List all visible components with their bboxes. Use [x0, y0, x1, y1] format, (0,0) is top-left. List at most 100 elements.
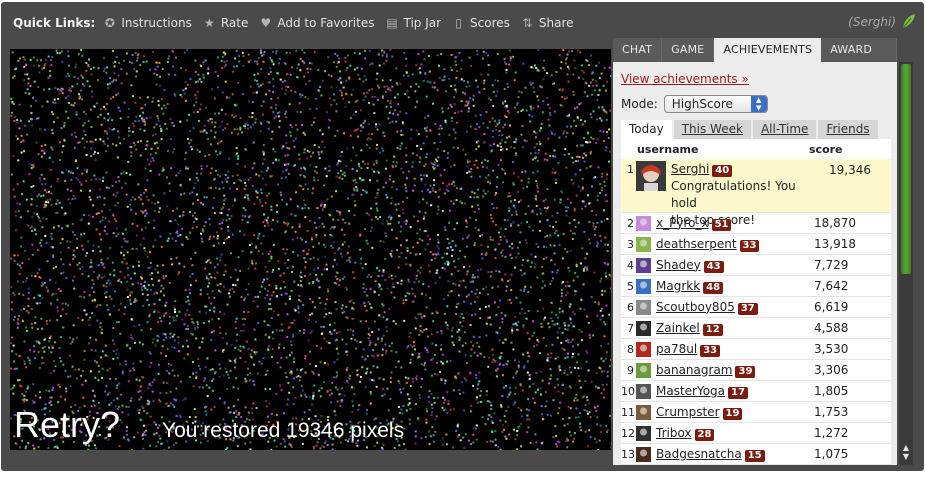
username-link[interactable]: bananagram [656, 363, 732, 377]
level-badge: 17 [728, 386, 748, 399]
tip-jar-label: Tip Jar [403, 16, 442, 30]
rank: 9 [627, 363, 634, 377]
scores-label: Scores [470, 16, 510, 30]
level-badge: 15 [744, 449, 765, 462]
score-value: 7,729 [814, 258, 849, 272]
tab-all-time[interactable]: All-Time [752, 120, 817, 139]
add-to-favorites-link[interactable]: ♥ Add to Favorites [259, 16, 374, 30]
user-cell: Magrkk 48 [656, 279, 806, 294]
score-value: 6,619 [814, 300, 849, 314]
avatar[interactable] [636, 341, 651, 357]
panel-scrollbar[interactable]: ▲ ▼ [899, 62, 913, 465]
level-badge: 40 [712, 165, 733, 177]
table-row: 10 MasterYoga 17 1,805 [621, 381, 891, 402]
avatar[interactable] [636, 362, 651, 378]
jar-icon: ▤ [386, 15, 398, 30]
scrollbar-thumb[interactable] [901, 64, 911, 274]
avatar[interactable] [636, 161, 666, 191]
avatar[interactable] [636, 215, 651, 231]
scroll-arrows-icon[interactable]: ▲ ▼ [900, 443, 912, 463]
rank: 11 [621, 405, 635, 419]
rank: 4 [627, 258, 634, 272]
rank: 6 [627, 300, 634, 314]
add-to-favorites-label: Add to Favorites [277, 16, 375, 30]
avatar[interactable] [636, 278, 651, 294]
username-link[interactable]: x_Pyro_x [656, 216, 709, 230]
score-value: 1,753 [814, 405, 849, 419]
pixel-noise-field [10, 49, 611, 450]
rank: 3 [627, 237, 634, 251]
user-cell: Badgesnatcha 15 [656, 447, 806, 462]
tab-award-label: AWARD [830, 43, 873, 56]
username-link[interactable]: Scoutboy805 [656, 300, 735, 314]
table-row: 1 Serghi 40 Congratulations! You hold the… [621, 159, 891, 227]
username-link[interactable]: Tribox [656, 426, 692, 440]
level-badge: 19 [722, 407, 743, 420]
level-badge: 33 [739, 239, 760, 252]
avatar[interactable] [636, 257, 651, 273]
score-value: 4,588 [814, 321, 849, 335]
tab-achievements[interactable]: ACHIEVEMENTS [714, 38, 822, 62]
level-badge: 33 [700, 344, 721, 357]
help-icon: ✪ [104, 15, 115, 30]
rate-label: Rate [220, 16, 249, 30]
user-cell: MasterYoga 17 [656, 384, 806, 399]
scores-link[interactable]: ▯ Scores [452, 16, 510, 30]
tab-game[interactable]: GAME [662, 38, 715, 62]
view-achievements-link[interactable]: View achievements » [621, 72, 749, 86]
tab-this-week[interactable]: This Week [673, 120, 751, 139]
username-link[interactable]: Magrkk [656, 279, 700, 293]
current-user-tag[interactable]: (Serghi) [848, 15, 896, 29]
score-value: 1,805 [814, 384, 849, 398]
user-cell: deathserpent 33 [656, 237, 806, 252]
score-value: 13,918 [814, 237, 856, 251]
tip-jar-link[interactable]: ▤ Tip Jar [385, 16, 441, 30]
avatar[interactable] [636, 425, 651, 441]
username-link[interactable]: Badgesnatcha [656, 447, 742, 461]
leaf-icon [902, 14, 915, 29]
username-link[interactable]: Zainkel [656, 321, 700, 335]
share-link[interactable]: ⇅ Share [521, 16, 573, 30]
quick-links-bar: Quick Links: ✪ Instructions ★ Rate ♥ Add… [13, 14, 585, 32]
tab-friends[interactable]: Friends [818, 120, 878, 139]
username-link[interactable]: pa78ul [656, 342, 697, 356]
score-value: 1,075 [814, 447, 849, 461]
username-link[interactable]: deathserpent [656, 237, 737, 251]
username-link[interactable]: Serghi [671, 162, 709, 176]
achievements-panel: View achievements » Mode: HighScore ▲ ▼ T… [613, 62, 897, 465]
star-icon: ★ [203, 15, 215, 30]
column-score: score [809, 142, 843, 156]
level-badge: 51 [711, 218, 732, 231]
avatar[interactable] [636, 446, 651, 462]
avatar[interactable] [636, 236, 651, 252]
avatar[interactable] [636, 299, 651, 315]
tab-today[interactable]: Today [621, 120, 672, 139]
mode-select[interactable]: HighScore ▲ ▼ [663, 95, 768, 113]
table-row: 3 deathserpent 33 13,918 [621, 234, 891, 255]
table-header: username score [621, 139, 891, 159]
tab-award[interactable]: AWARD✕ [821, 38, 897, 80]
scores-icon: ▯ [455, 15, 462, 30]
level-badge: 48 [703, 281, 724, 294]
username-link[interactable]: Crumpster [656, 405, 720, 419]
tab-chat[interactable]: CHAT [613, 38, 663, 62]
user-cell: pa78ul 33 [656, 342, 806, 357]
table-row: 9 bananagram 39 3,306 [621, 360, 891, 381]
avatar[interactable] [636, 404, 651, 420]
mode-label: Mode: [621, 97, 658, 111]
table-row: 2 x_Pyro_x 51 18,870 [621, 213, 891, 234]
rank: 13 [621, 447, 635, 461]
avatar[interactable] [636, 383, 651, 399]
avatar[interactable] [636, 320, 651, 336]
instructions-link[interactable]: ✪ Instructions [103, 15, 192, 30]
game-canvas[interactable]: You restored 19346 pixels Retry? [10, 49, 611, 450]
username-link[interactable]: MasterYoga [656, 384, 725, 398]
table-row: 11 Crumpster 19 1,753 [621, 402, 891, 423]
table-row: 4 Shadey 43 7,729 [621, 255, 891, 276]
username-link[interactable]: Shadey [656, 258, 701, 272]
user-cell: Crumpster 19 [656, 405, 806, 420]
retry-button[interactable]: Retry? [14, 404, 120, 446]
instructions-label: Instructions [121, 16, 192, 30]
mode-select-value: HighScore [671, 97, 733, 111]
rate-link[interactable]: ★ Rate [203, 15, 249, 30]
